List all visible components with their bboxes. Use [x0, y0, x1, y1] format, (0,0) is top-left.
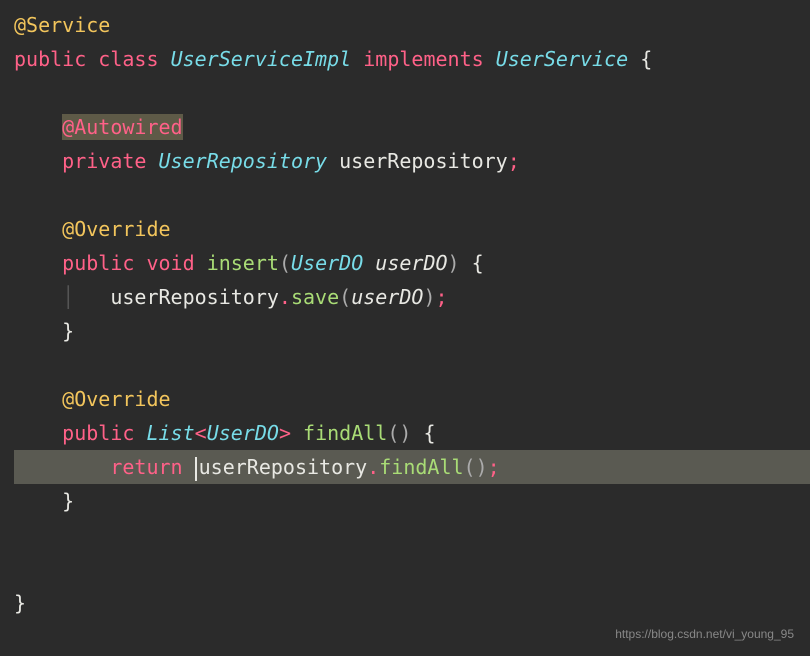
code-line-current: return userRepository.findAll(); — [14, 450, 810, 484]
code-line: public class UserServiceImpl implements … — [14, 42, 810, 76]
annotation-override: @Override — [62, 217, 170, 241]
code-line-blank — [14, 552, 810, 586]
code-line: @Autowired — [14, 110, 810, 144]
code-line: } — [14, 586, 810, 620]
annotation-service: @Service — [14, 13, 110, 37]
code-line: @Override — [14, 212, 810, 246]
annotation-override: @Override — [62, 387, 170, 411]
code-line-blank — [14, 76, 810, 110]
code-line: public List<UserDO> findAll() { — [14, 416, 810, 450]
code-line: @Override — [14, 382, 810, 416]
code-line-blank — [14, 348, 810, 382]
code-editor[interactable]: @Service public class UserServiceImpl im… — [0, 0, 810, 628]
text-cursor — [195, 457, 197, 481]
annotation-autowired: @Autowired — [62, 114, 182, 140]
code-line: public void insert(UserDO userDO) { — [14, 246, 810, 280]
code-line: private UserRepository userRepository; — [14, 144, 810, 178]
code-line-blank — [14, 518, 810, 552]
code-line-blank — [14, 178, 810, 212]
code-line: @Service — [14, 8, 810, 42]
code-line: } — [14, 484, 810, 518]
watermark: https://blog.csdn.net/vi_young_95 — [615, 624, 794, 644]
code-line: │ userRepository.save(userDO); — [14, 280, 810, 314]
code-line: } — [14, 314, 810, 348]
